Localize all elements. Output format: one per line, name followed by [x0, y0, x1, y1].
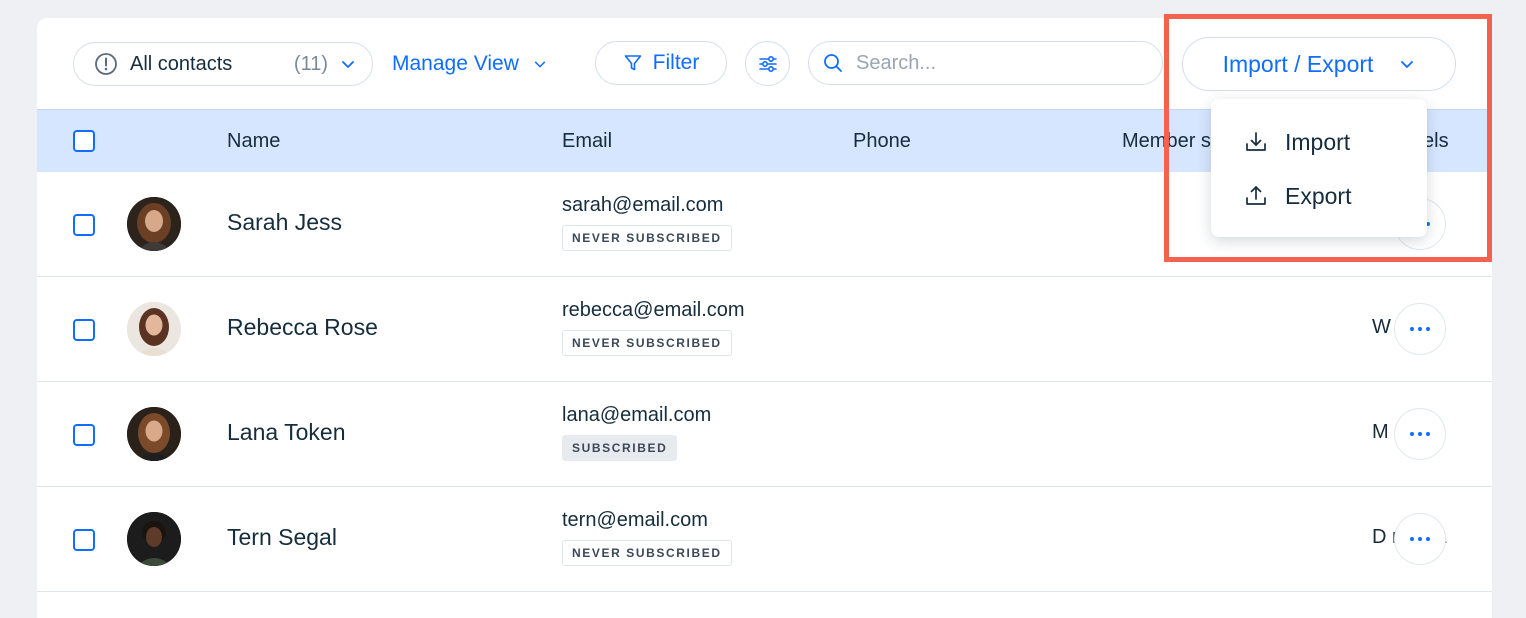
- avatar: [127, 302, 181, 356]
- filter-button[interactable]: Filter: [595, 41, 727, 85]
- import-export-label: Import / Export: [1222, 50, 1374, 77]
- menu-item-export-label: Export: [1285, 182, 1352, 209]
- chevron-down-icon: [534, 61, 546, 68]
- search-icon: [824, 54, 842, 72]
- menu-item-import[interactable]: Import: [1211, 115, 1427, 169]
- upload-icon: [1246, 186, 1266, 205]
- column-header-email[interactable]: Email: [562, 130, 612, 153]
- column-header-member-status[interactable]: Member s: [1122, 130, 1211, 153]
- more-dots-icon: [1410, 327, 1414, 331]
- subscription-badge: NEVER SUBSCRIBED: [562, 540, 732, 566]
- manage-view-label: Manage View: [392, 52, 519, 75]
- more-actions-button[interactable]: [1394, 408, 1446, 460]
- manage-view-button[interactable]: Manage View: [392, 52, 547, 76]
- chevron-down-icon: [1401, 61, 1414, 68]
- avatar: [127, 407, 181, 461]
- contact-email: tern@email.com: [562, 509, 708, 531]
- table-row[interactable]: Lana Token lana@email.com SUBSCRIBED M a…: [37, 382, 1492, 487]
- contact-name[interactable]: Lana Token: [227, 419, 346, 446]
- sliders-icon: [758, 55, 777, 72]
- more-actions-button[interactable]: [1394, 303, 1446, 355]
- subscription-badge: SUBSCRIBED: [562, 435, 678, 461]
- contact-name[interactable]: Tern Segal: [227, 524, 337, 551]
- more-dots-icon: [1410, 537, 1414, 541]
- row-checkbox[interactable]: [73, 424, 95, 446]
- search-box[interactable]: [808, 41, 1163, 85]
- import-export-button[interactable]: Import / Export: [1182, 37, 1456, 91]
- avatar: [127, 197, 181, 251]
- search-input[interactable]: [854, 50, 1148, 76]
- contact-name[interactable]: Sarah Jess: [227, 209, 342, 236]
- select-all-checkbox[interactable]: [73, 130, 95, 152]
- chevron-down-icon: [342, 61, 354, 68]
- row-checkbox[interactable]: [73, 529, 95, 551]
- subscription-badge: NEVER SUBSCRIBED: [562, 225, 732, 251]
- table-settings-button[interactable]: [745, 41, 790, 86]
- more-dots-icon: [1410, 432, 1414, 436]
- more-actions-button[interactable]: [1394, 513, 1446, 565]
- subscription-badge: NEVER SUBSCRIBED: [562, 330, 732, 356]
- alert-circle-icon: [95, 53, 117, 75]
- column-header-phone[interactable]: Phone: [853, 130, 911, 153]
- contact-email: sarah@email.com: [562, 194, 724, 216]
- row-checkbox[interactable]: [73, 319, 95, 341]
- contact-email: lana@email.com: [562, 404, 712, 426]
- filter-icon: [624, 55, 641, 71]
- view-selector-label: All contacts: [130, 52, 233, 75]
- column-header-name[interactable]: Name: [227, 130, 280, 153]
- contact-email: rebecca@email.com: [562, 299, 745, 321]
- view-selector[interactable]: All contacts (11): [73, 42, 373, 86]
- menu-item-import-label: Import: [1285, 128, 1351, 155]
- contact-name[interactable]: Rebecca Rose: [227, 314, 378, 341]
- view-selector-count: (11): [293, 52, 328, 75]
- row-checkbox[interactable]: [73, 214, 95, 236]
- import-export-menu: Import Export: [1211, 99, 1427, 237]
- download-icon: [1246, 132, 1266, 151]
- table-row[interactable]: Rebecca Rose rebecca@email.com NEVER SUB…: [37, 277, 1492, 382]
- table-row[interactable]: Tern Segal tern@email.com NEVER SUBSCRIB…: [37, 487, 1492, 592]
- filter-label: Filter: [652, 51, 700, 74]
- menu-item-export[interactable]: Export: [1211, 169, 1427, 223]
- avatar: [127, 512, 181, 566]
